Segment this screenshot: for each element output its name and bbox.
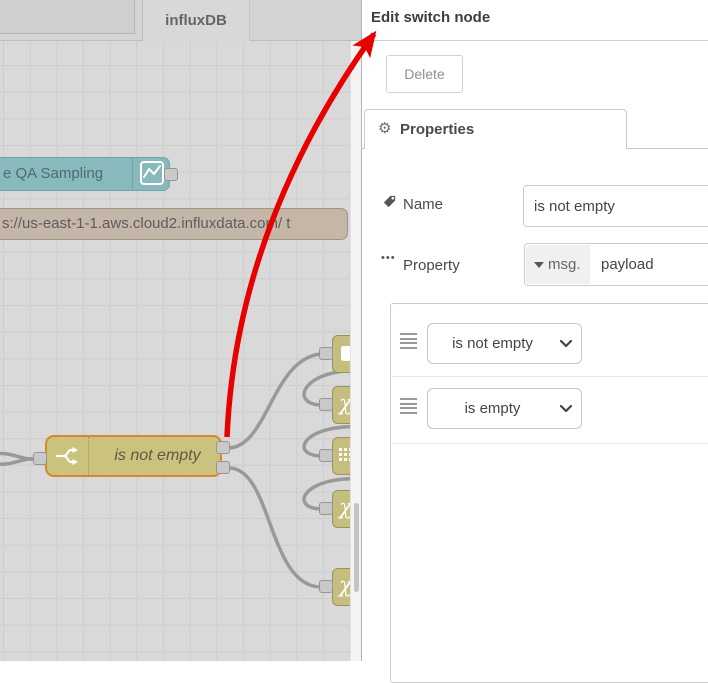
edit-tray-title: Edit switch node	[371, 9, 491, 26]
delete-button[interactable]: Delete	[386, 55, 463, 93]
gear-icon: ⚙	[378, 120, 392, 137]
input-port[interactable]	[33, 452, 47, 465]
node-switch-label: is not empty	[114, 447, 201, 464]
rule-1-operator: is not empty	[452, 335, 533, 352]
input-port[interactable]	[319, 398, 333, 411]
workspace-tab-influxdb[interactable]: influxDB	[142, 0, 250, 41]
switch-fork-icon	[47, 437, 89, 475]
property-value: payload	[601, 256, 654, 273]
name-input[interactable]	[523, 185, 708, 227]
header-divider	[362, 40, 708, 41]
node-qa-sampling-label: e QA Sampling	[3, 165, 104, 182]
typed-input-prefix: msg.	[548, 256, 581, 273]
rule-2-operator: is empty	[464, 400, 521, 417]
drag-handle-icon[interactable]	[400, 398, 417, 414]
tab-properties-label: Properties	[400, 121, 475, 138]
canvas-scrollbar-track	[350, 41, 361, 661]
rule-divider	[392, 443, 708, 444]
line-chart-icon	[140, 161, 164, 185]
edit-tray: Edit switch node Delete ⚙ Properties Nam…	[361, 0, 708, 683]
tab-properties[interactable]: ⚙ Properties	[364, 109, 627, 149]
flow-canvas[interactable]: e QA Sampling s://us-east-1-1.aws.cloud2…	[0, 41, 361, 661]
input-port[interactable]	[319, 449, 333, 462]
flow-canvas-region: e QA Sampling s://us-east-1-1.aws.cloud2…	[0, 0, 361, 661]
node-switch-selected[interactable]: is not empty	[33, 435, 230, 477]
output-port-1[interactable]	[216, 441, 230, 454]
chevron-down-icon	[534, 262, 544, 268]
rule-2-operator-select[interactable]: is empty	[427, 388, 582, 429]
input-port[interactable]	[319, 502, 333, 515]
output-port[interactable]	[164, 168, 178, 181]
workspace-tabbar: influxDB	[0, 0, 361, 41]
rule-divider	[392, 376, 708, 377]
tag-icon	[382, 194, 397, 212]
output-port-2[interactable]	[216, 461, 230, 474]
rules-container: is not empty is empty	[390, 303, 708, 683]
workspace-tab-1[interactable]	[0, 0, 135, 34]
input-port[interactable]	[319, 580, 333, 593]
wires	[0, 352, 361, 589]
rule-1-operator-select[interactable]: is not empty	[427, 323, 582, 364]
property-field-label: Property	[403, 257, 460, 274]
drag-handle-icon[interactable]	[400, 333, 417, 349]
name-field-label: Name	[403, 196, 444, 213]
ellipsis-icon: •••	[381, 252, 396, 264]
node-influxdb-url[interactable]: s://us-east-1-1.aws.cloud2.influxdata.co…	[0, 208, 348, 240]
property-typed-input[interactable]: msg. payload	[524, 243, 708, 286]
chevron-down-icon	[560, 340, 572, 348]
node-influxdb-label: s://us-east-1-1.aws.cloud2.influxdata.co…	[2, 215, 291, 232]
typed-input-type-button[interactable]: msg.	[526, 245, 590, 284]
input-port[interactable]	[319, 347, 333, 360]
node-qa-sampling[interactable]: e QA Sampling	[0, 157, 178, 191]
canvas-scrollbar-thumb[interactable]	[354, 503, 359, 592]
chevron-down-icon	[560, 405, 572, 413]
